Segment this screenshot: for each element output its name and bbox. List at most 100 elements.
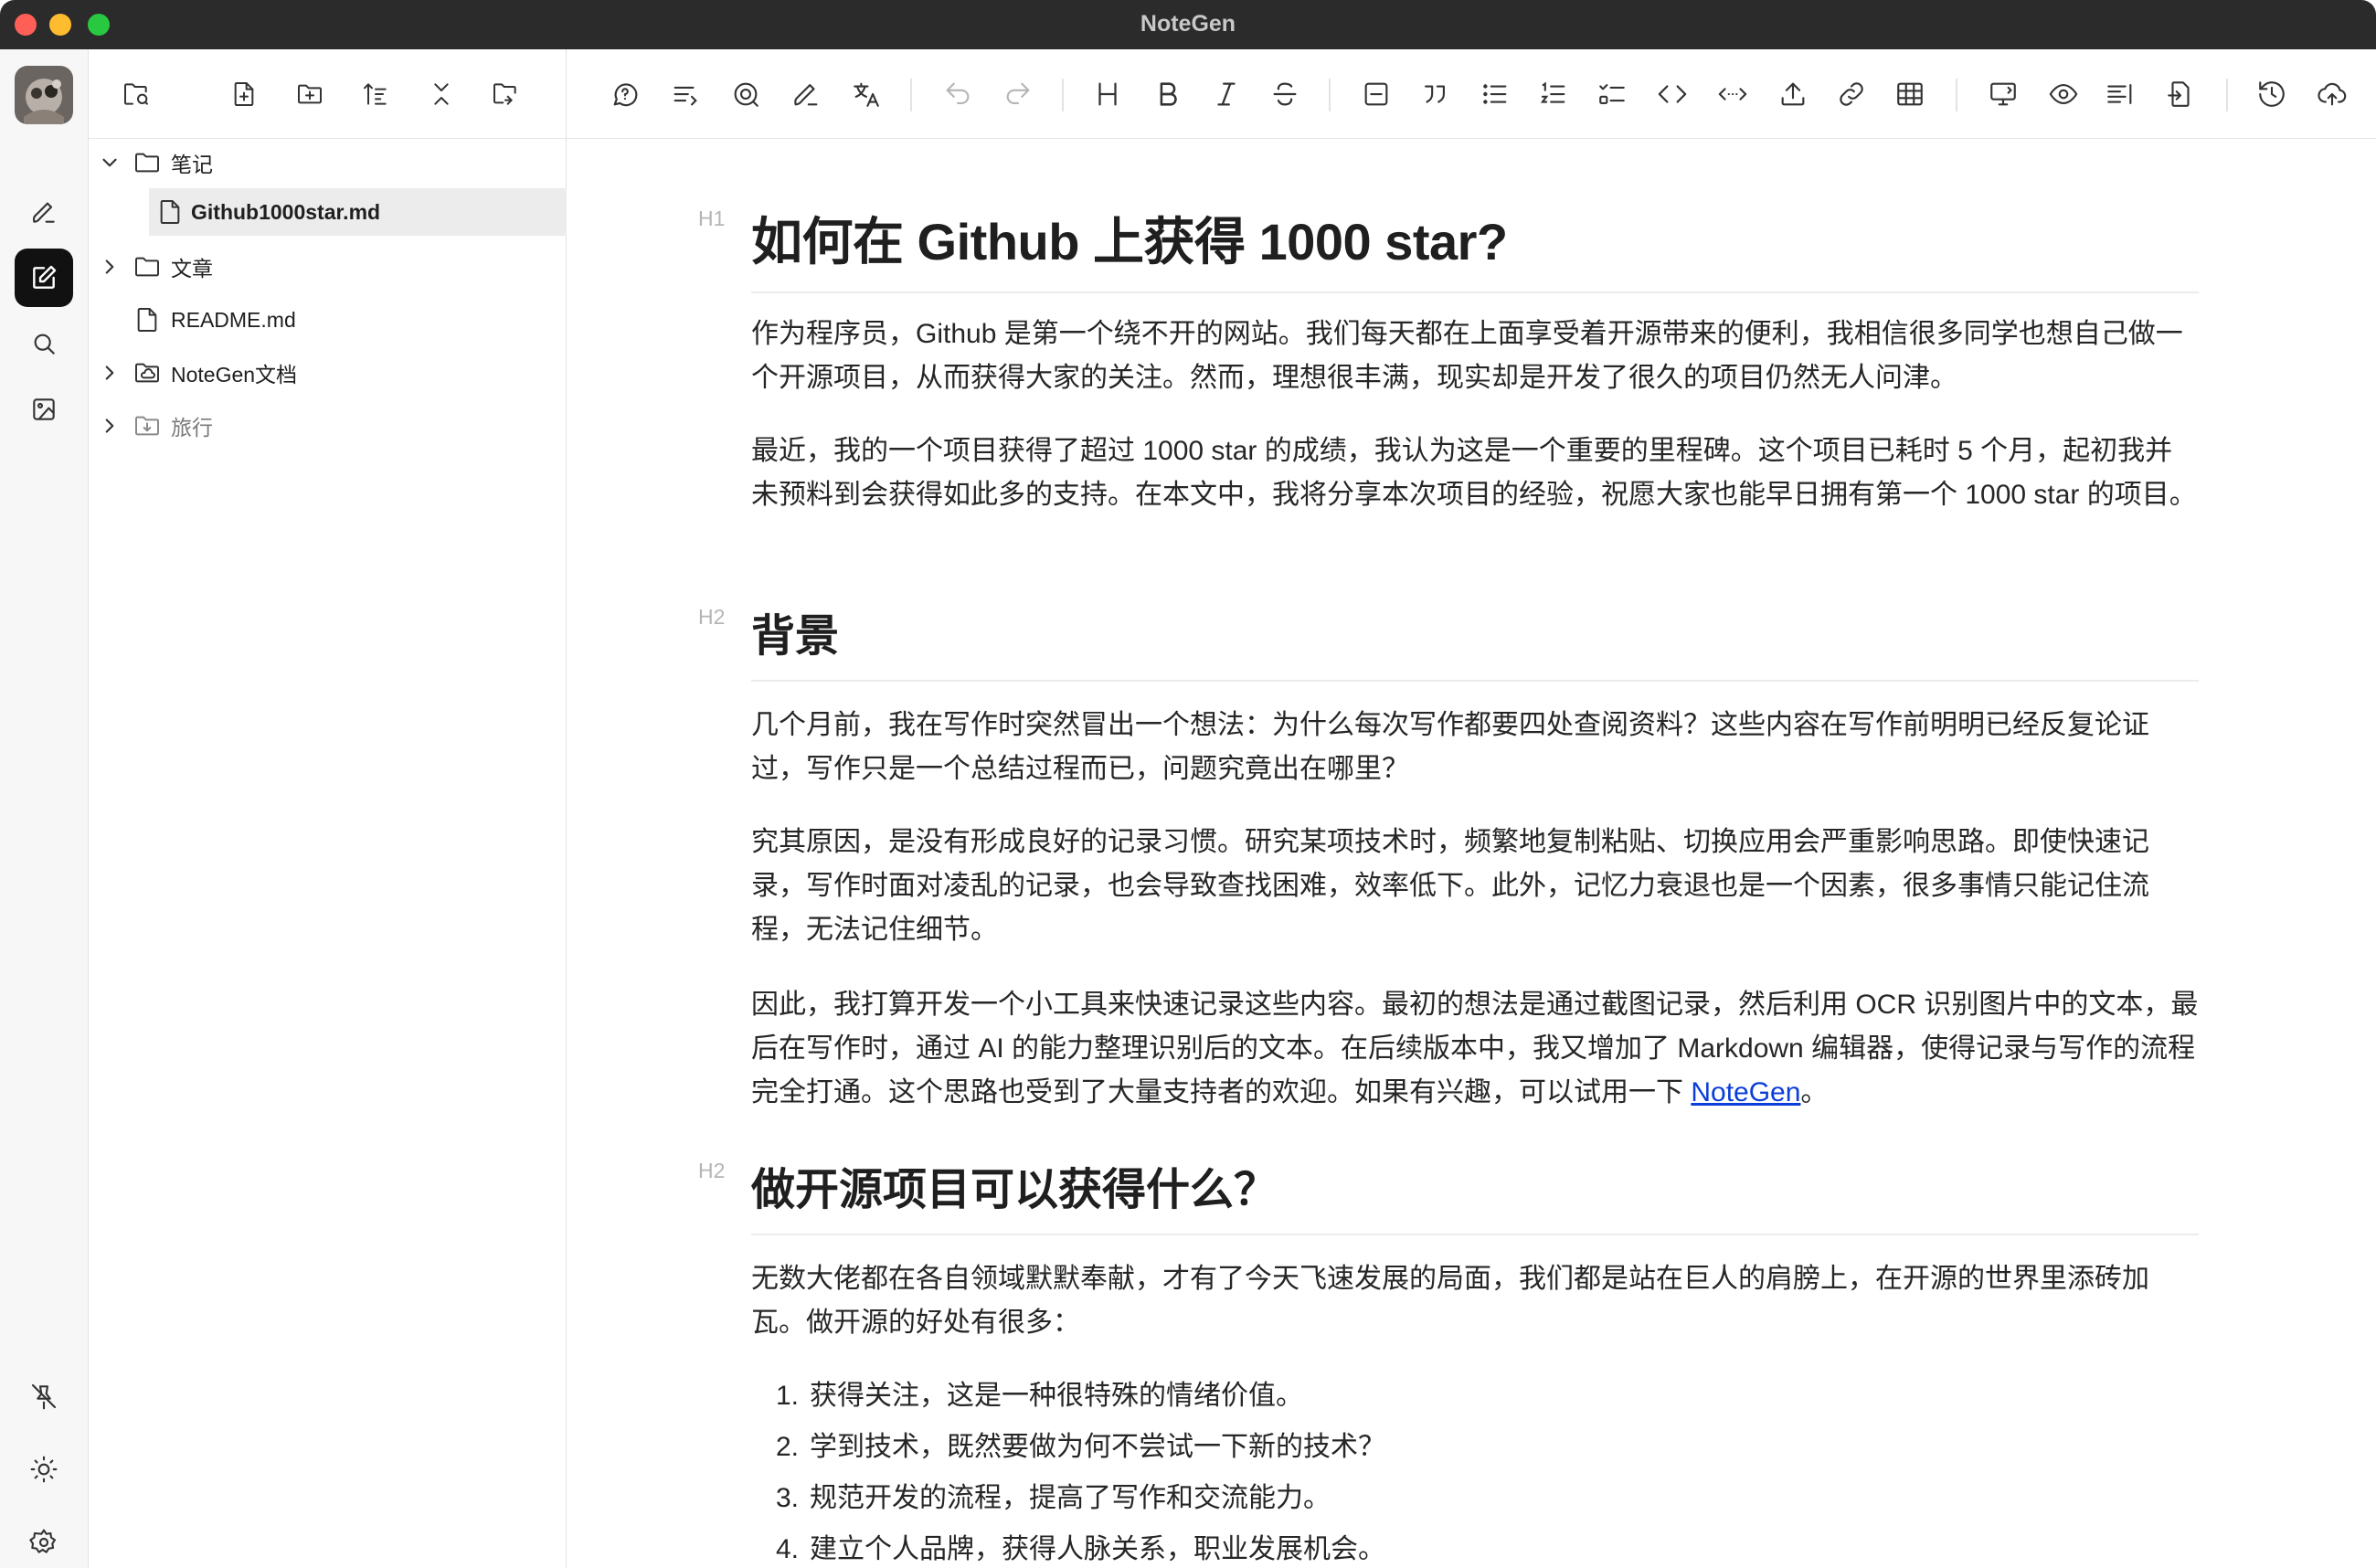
gallery-button[interactable] <box>15 380 73 439</box>
hr-icon <box>1364 82 1388 106</box>
italic-button[interactable] <box>1208 76 1245 112</box>
tree-file-readme[interactable]: README.md <box>89 296 567 344</box>
list-item: 3. 规范开发的流程，提高了写作和交流能力。 <box>751 1477 2199 1520</box>
unpin-button[interactable] <box>15 1367 73 1425</box>
upload-image-button[interactable] <box>1775 76 1811 112</box>
fullscreen-button[interactable] <box>1985 76 2021 112</box>
horizontal-rule-button[interactable] <box>1358 76 1395 112</box>
collapse-all-button[interactable] <box>423 76 460 112</box>
code-icon <box>1658 85 1687 103</box>
ai-chat-button[interactable] <box>607 76 643 112</box>
notegen-link[interactable]: NoteGen <box>1691 1077 1800 1107</box>
continue-writing-button[interactable] <box>667 76 704 112</box>
settings-button[interactable] <box>15 1513 73 1568</box>
avatar[interactable] <box>15 66 73 124</box>
folder-search-button[interactable] <box>487 76 524 112</box>
search-icon <box>34 334 55 355</box>
sort-icon <box>364 83 387 105</box>
continue-icon <box>674 86 697 106</box>
editor[interactable]: H1 如何在 Github 上获得 1000 star? 作为程序员，Githu… <box>567 139 2376 1568</box>
image-icon <box>33 398 55 420</box>
undo-icon <box>946 82 970 104</box>
sync-button[interactable] <box>2314 76 2350 112</box>
redo-button[interactable] <box>1000 76 1036 112</box>
sync-folder-button[interactable] <box>118 76 154 112</box>
file-panel: 笔记 Github1000star.md 文章 README.md NoteGe… <box>89 49 567 1568</box>
strikethrough-button[interactable] <box>1267 76 1303 112</box>
gear-icon <box>29 1529 57 1553</box>
tree-file-selected[interactable]: Github1000star.md <box>149 188 567 236</box>
record-button[interactable] <box>15 183 73 241</box>
chevron-right-icon[interactable] <box>98 414 122 438</box>
chevron-right-icon[interactable] <box>98 255 122 279</box>
theme-button[interactable] <box>15 1440 73 1499</box>
outline-icon <box>2107 84 2132 104</box>
heading-icon <box>1098 82 1117 106</box>
tree-folder-notes[interactable]: 笔记 <box>89 139 567 186</box>
tree-label: 文章 <box>171 257 213 281</box>
new-folder-button[interactable] <box>292 76 328 112</box>
export-button[interactable] <box>2162 76 2199 112</box>
paragraph-text: 因此，我打算开发一个小工具来快速记录这些内容。最初的想法是通过截图记录，然后利用… <box>751 990 2199 1107</box>
file-toolbar <box>89 49 567 139</box>
doc-title: 如何在 Github 上获得 1000 star? <box>751 201 2199 293</box>
list-text: 学到技术，既然要做为何不尝试一下新的技术？ <box>810 1432 1385 1462</box>
heading-marker: H2 <box>698 605 726 629</box>
upload-icon <box>1781 82 1805 106</box>
folder-search-icon <box>493 83 516 105</box>
search-button[interactable] <box>15 314 73 373</box>
translate-button[interactable] <box>848 76 885 112</box>
new-folder-icon <box>298 84 322 104</box>
bold-button[interactable] <box>1150 76 1186 112</box>
list-item: 4. 建立个人品牌，获得人脉关系，职业发展机会。 <box>751 1528 2199 1568</box>
edit-icon <box>33 265 57 289</box>
sort-button[interactable] <box>357 76 394 112</box>
tree-label: README.md <box>171 307 296 332</box>
inline-code-button[interactable] <box>1714 76 1751 112</box>
chevron-down-icon[interactable] <box>98 151 122 175</box>
table-button[interactable] <box>1892 76 1928 112</box>
code-block-button[interactable] <box>1654 76 1691 112</box>
heading-button[interactable] <box>1089 76 1126 112</box>
ordered-list-button[interactable] <box>1535 76 1572 112</box>
checklist-icon <box>1599 84 1625 104</box>
activity-bar <box>0 49 89 1568</box>
list-number: 4. <box>775 1534 799 1564</box>
tree-folder-travel[interactable]: 旅行 <box>89 402 567 450</box>
list-item: 1. 获得关注，这是一种很特殊的情绪价值。 <box>751 1374 2199 1418</box>
tree-folder-notegen-docs[interactable]: NoteGen文档 <box>89 349 567 397</box>
history-button[interactable] <box>2254 76 2290 112</box>
export-icon <box>2168 81 2190 107</box>
tree-folder-articles[interactable]: 文章 <box>89 243 567 291</box>
link-button[interactable] <box>1833 76 1870 112</box>
write-button[interactable] <box>15 249 73 307</box>
tree-label: 旅行 <box>171 416 213 440</box>
unordered-list-button[interactable] <box>1477 76 1513 112</box>
cloud-upload-icon <box>2318 82 2347 106</box>
quote-button[interactable] <box>1416 76 1453 112</box>
window-title: NoteGen <box>1140 11 1236 37</box>
link-icon <box>1840 82 1863 106</box>
tree-label: NoteGen文档 <box>171 363 298 387</box>
strikethrough-icon <box>1273 82 1297 106</box>
undo-button[interactable] <box>939 76 976 112</box>
preview-button[interactable] <box>2045 76 2082 112</box>
eraser-button[interactable] <box>788 76 824 112</box>
eraser-icon <box>794 84 818 106</box>
paragraph: 究其原因，是没有形成良好的记录习惯。研究某项技术时，频繁地复制粘贴、切换应用会严… <box>751 827 2149 945</box>
cloud-folder-icon <box>135 363 159 383</box>
ordered-list-icon <box>1540 81 1565 103</box>
chevron-right-icon[interactable] <box>98 361 122 385</box>
inline-code-icon <box>1718 88 1747 101</box>
pen-icon <box>32 202 55 223</box>
heading-marker: H1 <box>698 207 726 230</box>
outline-button[interactable] <box>2102 76 2138 112</box>
bold-icon <box>1160 82 1177 106</box>
list-text: 规范开发的流程，提高了写作和交流能力。 <box>810 1483 1331 1513</box>
checklist-button[interactable] <box>1594 76 1630 112</box>
new-file-button[interactable] <box>226 76 262 112</box>
history-icon <box>2259 81 2285 107</box>
polish-button[interactable] <box>727 76 764 112</box>
screen-icon <box>1990 82 2016 106</box>
quote-icon <box>1425 85 1445 103</box>
